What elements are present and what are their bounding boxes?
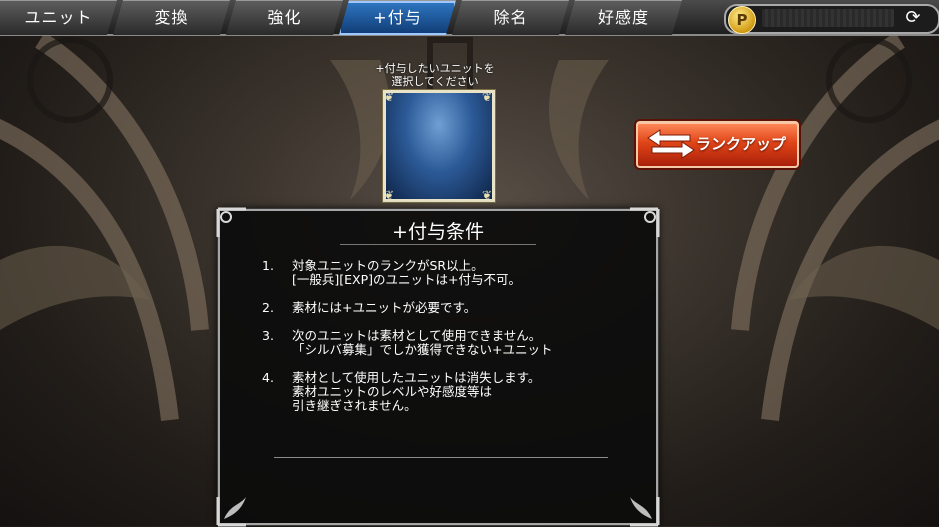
refresh-icon[interactable]: ⟳ [902,8,924,28]
currency-amount [762,9,894,27]
corner-ornament-icon: ❦ [384,90,395,104]
currency-display: P ⟳ [724,4,939,34]
title-divider [340,244,536,245]
bottom-divider [274,457,608,458]
condition-text: 対象ユニットのランクがSR以上。 [一般兵][EXP]のユニットは+付与不可。 [292,258,521,287]
rank-up-label: ランクアップ [696,135,787,153]
corner-ornament-icon [216,207,246,237]
tab-plus-grant[interactable]: +付与 [339,0,456,35]
tab-enhance[interactable]: 強化 [226,0,343,35]
tab-affection[interactable]: 好感度 [565,0,682,35]
corner-ornament-icon [630,497,660,527]
condition-text: 次のユニットは素材として使用できません。 「シルバ募集」でしか獲得できない+ユニ… [292,328,553,357]
tab-convert[interactable]: 変換 [113,0,230,35]
unit-slot[interactable]: ❦ ❦ ❦ ❦ [383,90,495,202]
condition-number: 2. [262,300,274,315]
condition-number: 3. [262,328,274,343]
corner-ornament-icon: ❦ [384,188,395,202]
tab-bar: ユニット 変換 強化 +付与 除名 好感度 P ⟳ [0,0,939,36]
select-unit-prompt: +付与したいユニットを 選択してください [375,62,495,88]
condition-number: 1. [262,258,274,273]
corner-ornament-icon [216,497,246,527]
corner-ornament-icon: ❦ [482,90,493,104]
conditions-panel: +付与条件 1. 対象ユニットのランクがSR以上。 [一般兵][EXP]のユニッ… [216,207,660,527]
tab-dismiss[interactable]: 除名 [452,0,569,35]
conditions-title: +付与条件 [392,221,484,243]
coin-icon: P [728,6,756,34]
condition-number: 4. [262,370,274,385]
swap-arrows-icon [647,129,695,159]
corner-ornament-icon: ❦ [482,188,493,202]
tab-unit[interactable]: ユニット [0,0,117,35]
corner-ornament-icon [630,207,660,237]
condition-text: 素材として使用したユニットは消失します。 素材ユニットのレベルや好感度等は 引き… [292,370,541,413]
rank-up-button[interactable]: ランクアップ [636,121,799,168]
condition-text: 素材には+ユニットが必要です。 [292,300,477,315]
